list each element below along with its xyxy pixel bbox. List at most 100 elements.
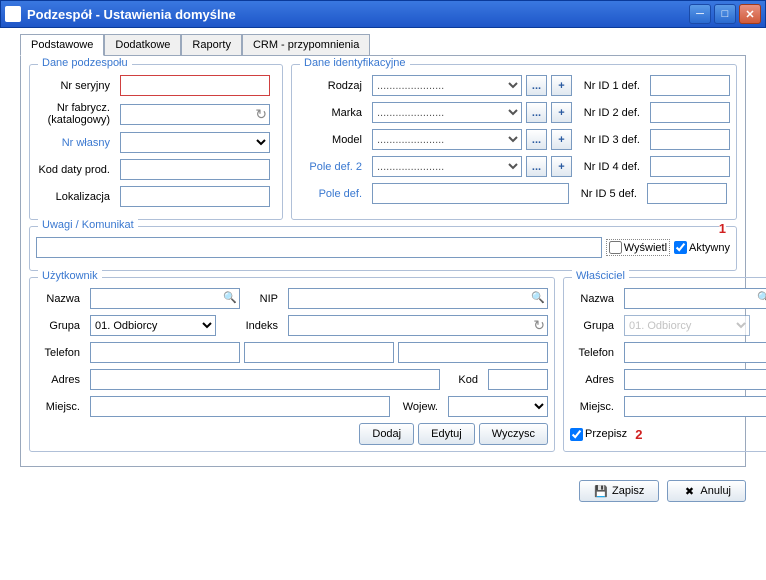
- refresh-icon[interactable]: ↻: [255, 107, 267, 121]
- refresh-icon[interactable]: ↻: [533, 318, 545, 332]
- label-lokalizacja: Lokalizacja: [36, 191, 116, 203]
- aktywny-label: Aktywny: [689, 242, 730, 254]
- uwagi-input[interactable]: [36, 237, 602, 258]
- adres-w-input[interactable]: [624, 369, 766, 390]
- titlebar: Podzespół - Ustawienia domyślne ─ □ ✕: [0, 0, 766, 28]
- zapisz-button[interactable]: 💾 Zapisz: [579, 480, 659, 502]
- wyczysc-u-button[interactable]: Wyczysc: [479, 423, 548, 445]
- poledef2-browse-button[interactable]: ...: [526, 156, 547, 177]
- nrid1-input[interactable]: [650, 75, 730, 96]
- nr-fabrycz-input[interactable]: [120, 104, 270, 125]
- label-kod-u: Kod: [444, 374, 484, 386]
- tab-dodatkowe[interactable]: Dodatkowe: [104, 34, 181, 56]
- aktywny-checkbox[interactable]: Aktywny: [674, 241, 730, 254]
- fieldset-uwagi: Uwagi / Komunikat Wyświetl Aktywny 1: [29, 226, 737, 271]
- poledef2-add-button[interactable]: +: [551, 156, 572, 177]
- model-select[interactable]: ......................: [372, 129, 522, 150]
- fieldset-wlasciciel: Właściciel Nazwa 🔍 NIP 🔍 Grupa 01. Odbio…: [563, 277, 766, 452]
- label-nazwa-u: Nazwa: [36, 293, 86, 305]
- fieldset-uzytkownik: Użytkownik Nazwa 🔍 NIP 🔍 Grupa 01. Odbio…: [29, 277, 555, 452]
- marka-select[interactable]: ......................: [372, 102, 522, 123]
- label-grupa-u: Grupa: [36, 320, 86, 332]
- nr-seryjny-input[interactable]: [120, 75, 270, 96]
- model-browse-button[interactable]: ...: [526, 129, 547, 150]
- telefon1-u-input[interactable]: [90, 342, 240, 363]
- label-nr-fabrycz: Nr fabrycz. (katalogowy): [36, 102, 116, 126]
- edytuj-u-button[interactable]: Edytuj: [418, 423, 475, 445]
- rodzaj-select[interactable]: ......................: [372, 75, 522, 96]
- anuluj-label: Anuluj: [700, 485, 731, 497]
- tab-raporty[interactable]: Raporty: [181, 34, 242, 56]
- kod-daty-input[interactable]: [120, 159, 270, 180]
- nazwa-w-input[interactable]: [624, 288, 766, 309]
- model-add-button[interactable]: +: [551, 129, 572, 150]
- close-button[interactable]: ✕: [739, 4, 761, 24]
- tab-podstawowe[interactable]: Podstawowe: [20, 34, 104, 56]
- label-telefon-w: Telefon: [570, 347, 620, 359]
- indeks-u-input[interactable]: [288, 315, 548, 336]
- wyswietl-check-input[interactable]: [609, 241, 622, 254]
- maximize-button[interactable]: □: [714, 4, 736, 24]
- przepisz-checkbox[interactable]: Przepisz 2: [570, 427, 642, 442]
- poledef2-select[interactable]: ......................: [372, 156, 522, 177]
- label-kod-daty: Kod daty prod.: [36, 164, 116, 176]
- label-rodzaj: Rodzaj: [298, 80, 368, 92]
- wojew-u-select[interactable]: [448, 396, 548, 417]
- telefon1-w-input[interactable]: [624, 342, 766, 363]
- lokalizacja-input[interactable]: [120, 186, 270, 207]
- minimize-button[interactable]: ─: [689, 4, 711, 24]
- wyswietl-checkbox[interactable]: Wyświetl: [606, 239, 670, 256]
- label-nrid1: Nr ID 1 def.: [576, 80, 646, 92]
- search-icon[interactable]: 🔍: [223, 291, 237, 304]
- label-indeks-w: Indeks: [754, 320, 766, 332]
- nrid4-input[interactable]: [650, 156, 730, 177]
- search-icon[interactable]: 🔍: [757, 291, 766, 304]
- legend-wlasciciel: Właściciel: [572, 270, 629, 282]
- label-pole-def2: Pole def. 2: [298, 161, 368, 173]
- przepisz-label: Przepisz: [585, 428, 627, 440]
- nazwa-u-input[interactable]: [90, 288, 240, 309]
- label-nrid4: Nr ID 4 def.: [576, 161, 646, 173]
- poledef-input[interactable]: [372, 183, 569, 204]
- fieldset-dane-podzespolu: Dane podzespołu Nr seryjny Nr fabrycz. (…: [29, 64, 283, 220]
- przepisz-check-input[interactable]: [570, 428, 583, 441]
- anuluj-button[interactable]: ✖ Anuluj: [667, 480, 746, 502]
- nrid3-input[interactable]: [650, 129, 730, 150]
- label-adres-u: Adres: [36, 374, 86, 386]
- label-nrid5: Nr ID 5 def.: [573, 188, 643, 200]
- tab-row: Podstawowe Dodatkowe Raporty CRM - przyp…: [0, 28, 766, 56]
- window-title: Podzespół - Ustawienia domyślne: [27, 7, 689, 22]
- nrid2-input[interactable]: [650, 102, 730, 123]
- grupa-w-select: 01. Odbiorcy: [624, 315, 750, 336]
- marka-browse-button[interactable]: ...: [526, 102, 547, 123]
- legend-dane-ident: Dane identyfikacyjne: [300, 57, 410, 69]
- telefon3-u-input[interactable]: [398, 342, 548, 363]
- nrid5-input[interactable]: [647, 183, 727, 204]
- label-nazwa-w: Nazwa: [570, 293, 620, 305]
- grupa-u-select[interactable]: 01. Odbiorcy: [90, 315, 216, 336]
- label-grupa-w: Grupa: [570, 320, 620, 332]
- rodzaj-add-button[interactable]: +: [551, 75, 572, 96]
- legend-dane-podzespolu: Dane podzespołu: [38, 57, 132, 69]
- miejsc-w-input[interactable]: [624, 396, 766, 417]
- label-nrid3: Nr ID 3 def.: [576, 134, 646, 146]
- search-icon[interactable]: 🔍: [531, 291, 545, 304]
- legend-uzytkownik: Użytkownik: [38, 270, 102, 282]
- marker-1: 1: [719, 221, 726, 236]
- label-indeks-u: Indeks: [220, 320, 284, 332]
- adres-u-input[interactable]: [90, 369, 440, 390]
- label-pole-def: Pole def.: [298, 188, 368, 200]
- kod-u-input[interactable]: [488, 369, 548, 390]
- dodaj-u-button[interactable]: Dodaj: [359, 423, 414, 445]
- aktywny-check-input[interactable]: [674, 241, 687, 254]
- nr-wlasny-select[interactable]: [120, 132, 270, 153]
- miejsc-u-input[interactable]: [90, 396, 390, 417]
- rodzaj-browse-button[interactable]: ...: [526, 75, 547, 96]
- wyswietl-label: Wyświetl: [624, 242, 667, 254]
- nip-u-input[interactable]: [288, 288, 548, 309]
- tab-crm[interactable]: CRM - przypomnienia: [242, 34, 370, 56]
- label-wojew-u: Wojew.: [394, 401, 444, 413]
- label-miejsc-u: Miejsc.: [36, 401, 86, 413]
- telefon2-u-input[interactable]: [244, 342, 394, 363]
- marka-add-button[interactable]: +: [551, 102, 572, 123]
